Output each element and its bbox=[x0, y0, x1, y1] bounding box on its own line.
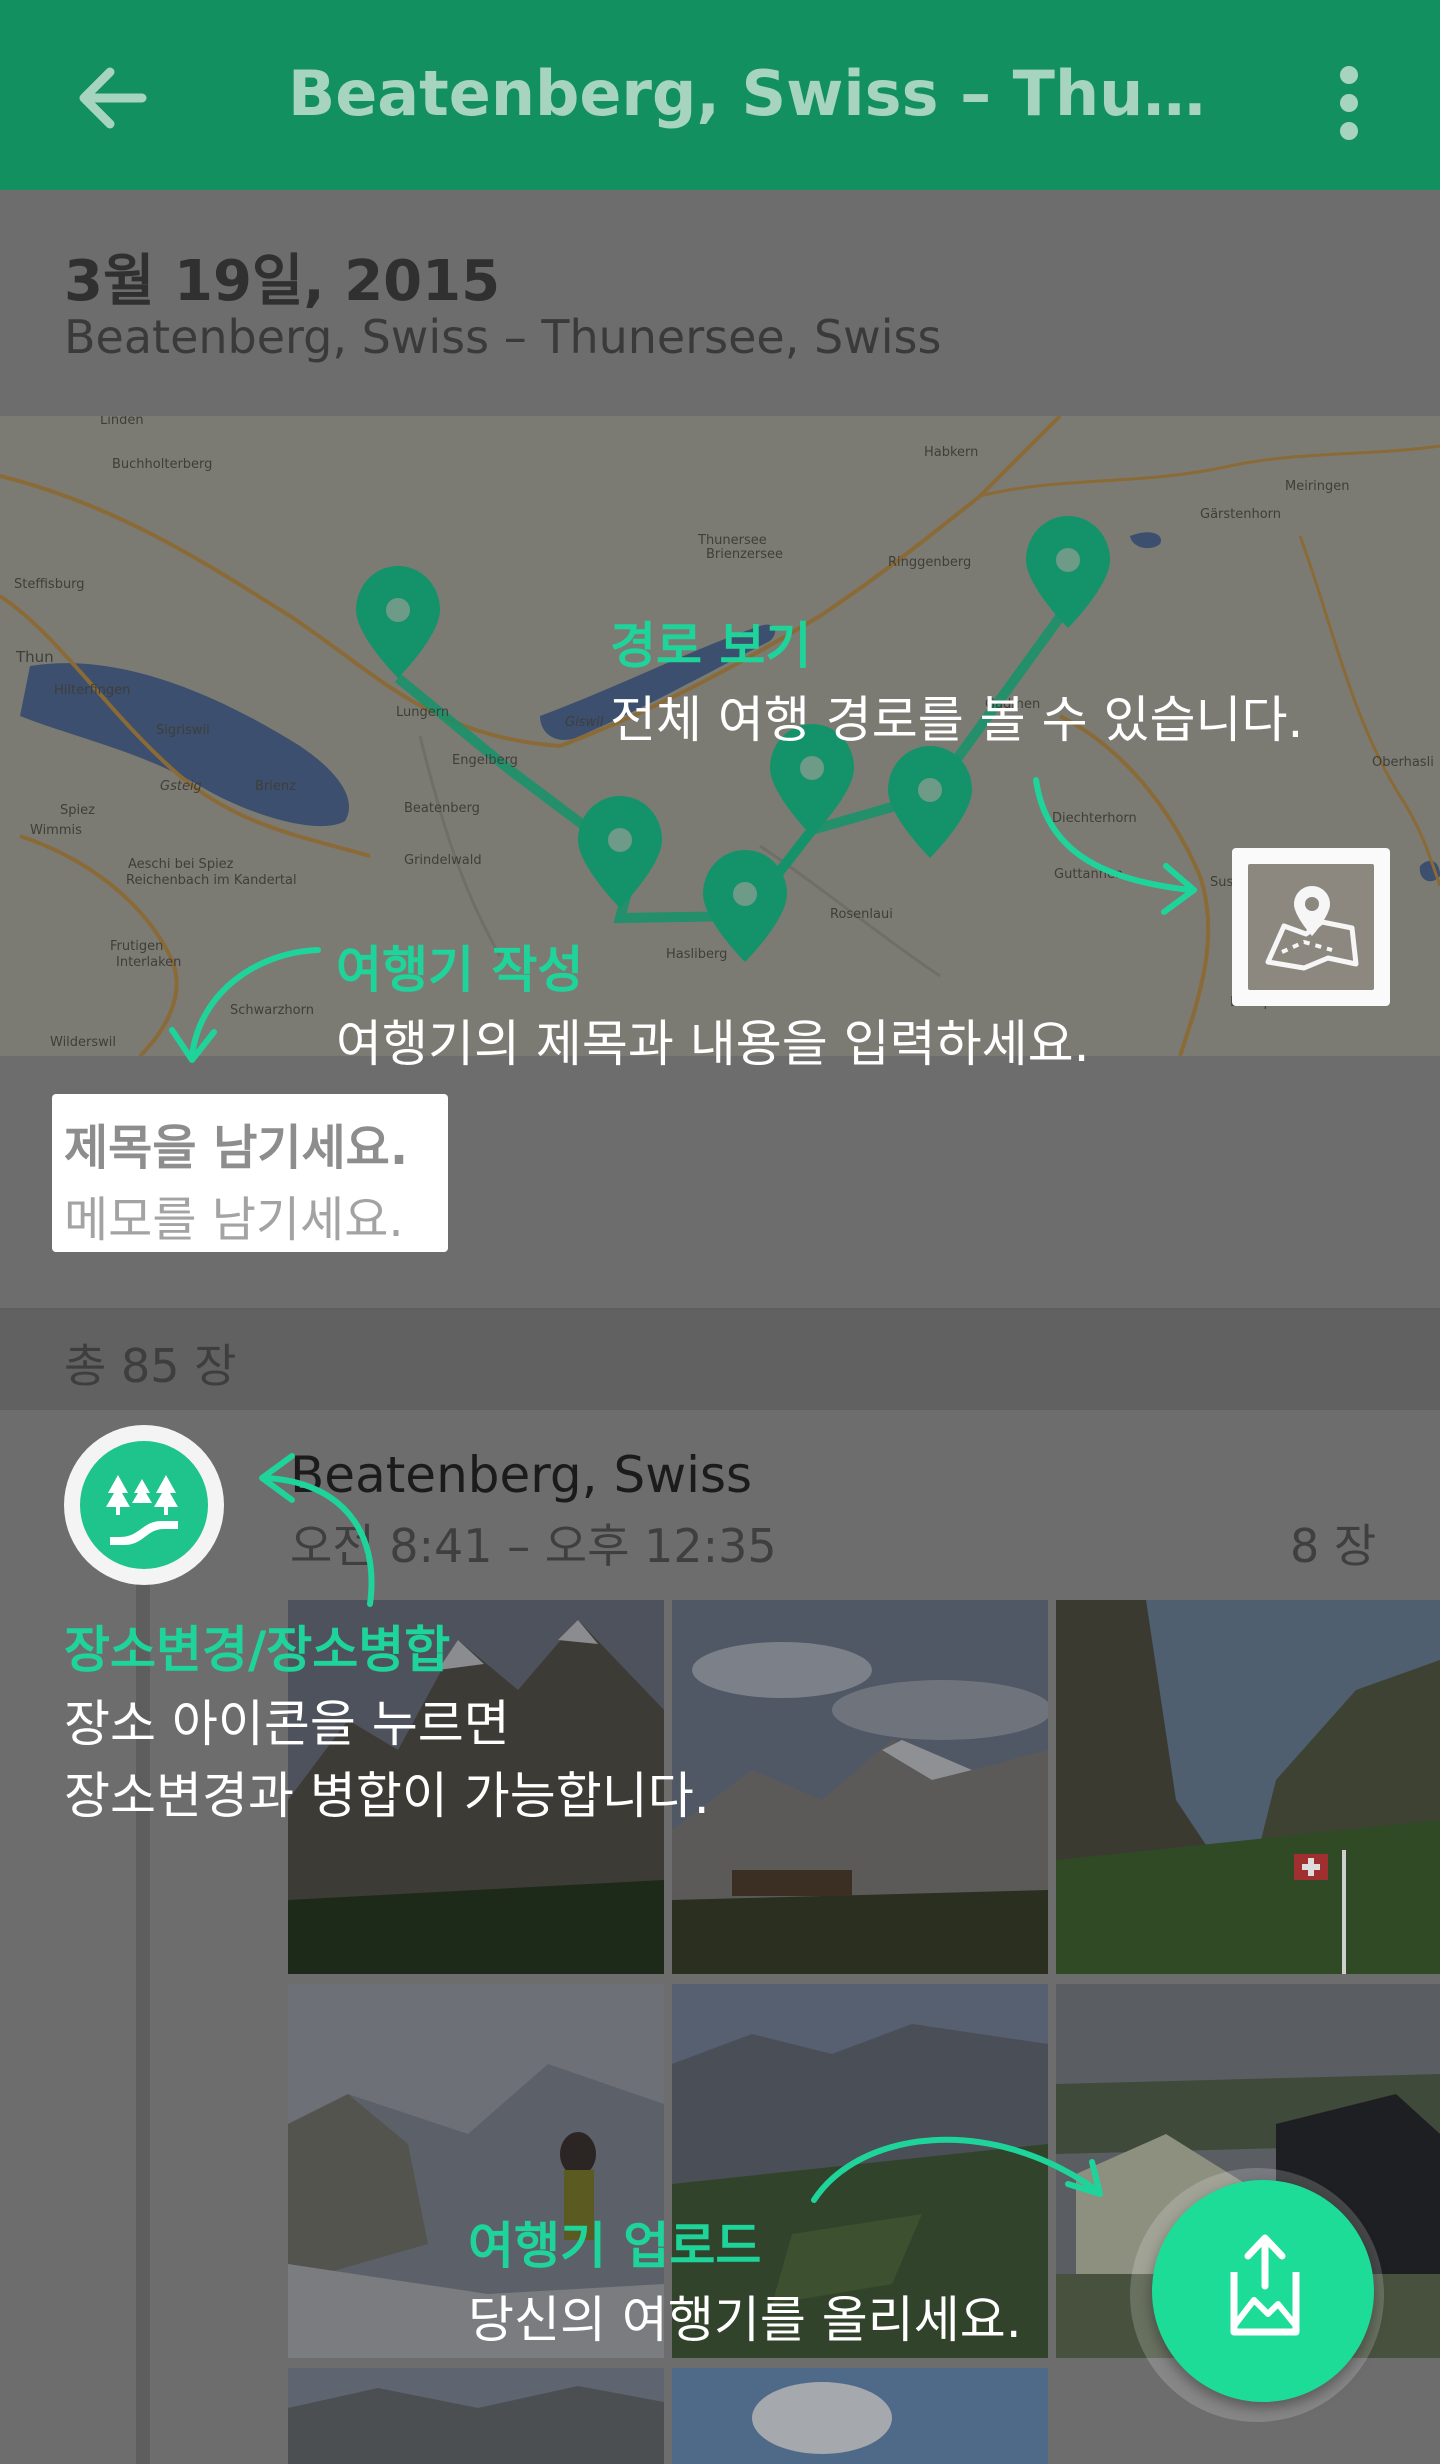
coachmark-arrow-place bbox=[263, 1475, 375, 1607]
upload-photo-icon bbox=[1204, 2226, 1324, 2346]
coachmark-arrow-route bbox=[1033, 777, 1193, 893]
coachmark-arrow-upload bbox=[811, 2136, 1099, 2203]
coachmark-arrows bbox=[169, 777, 1197, 2203]
